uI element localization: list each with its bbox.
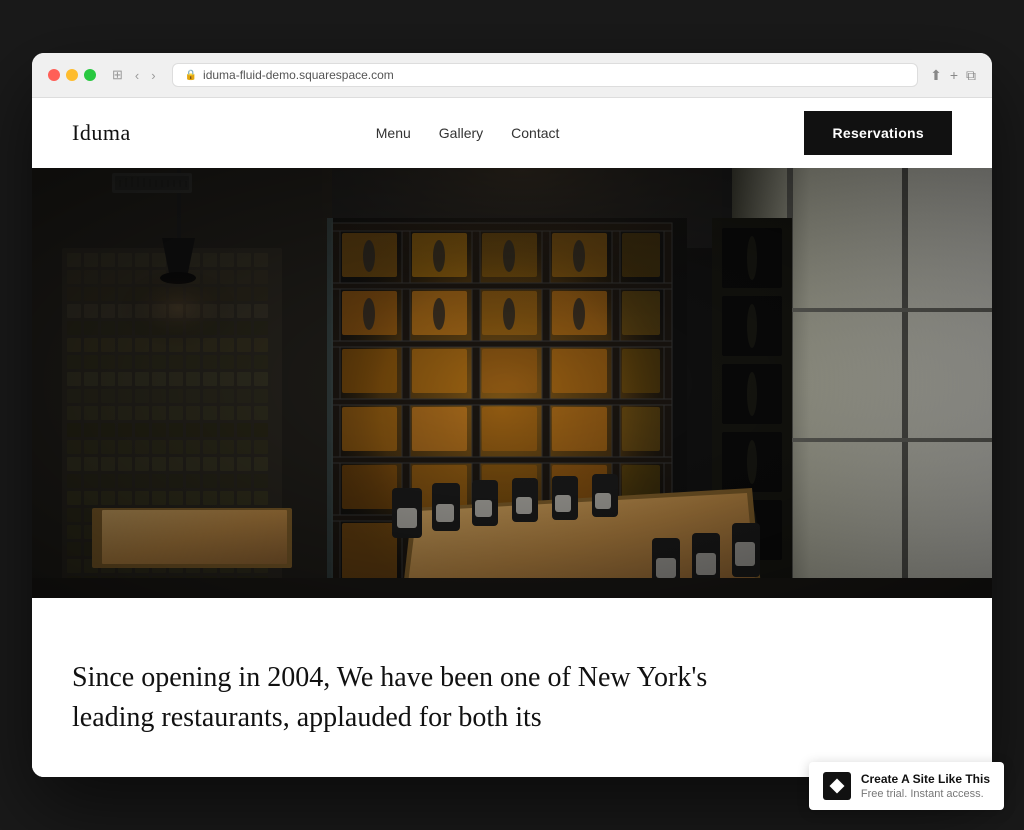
back-button[interactable]: ‹ — [131, 66, 143, 85]
content-section: Since opening in 2004, We have been one … — [32, 598, 992, 776]
browser-window: ⊞ ‹ › 🔒 iduma-fluid-demo.squarespace.com… — [32, 53, 992, 776]
new-tab-icon[interactable]: + — [950, 67, 958, 84]
minimize-button[interactable] — [66, 69, 78, 81]
address-bar[interactable]: 🔒 iduma-fluid-demo.squarespace.com — [172, 63, 918, 87]
tabs-icon[interactable]: ⧉ — [966, 67, 976, 84]
squarespace-badge[interactable]: Create A Site Like This Free trial. Inst… — [809, 762, 1004, 810]
fullscreen-button[interactable] — [84, 69, 96, 81]
window-controls-icon: ⊞ — [108, 65, 127, 85]
website-content: Iduma Menu Gallery Contact Reservations — [32, 98, 992, 776]
badge-text: Create A Site Like This Free trial. Inst… — [861, 772, 990, 800]
share-icon[interactable]: ⬆ — [930, 67, 942, 84]
intro-text: Since opening in 2004, We have been one … — [72, 658, 752, 736]
traffic-lights — [48, 69, 96, 81]
squarespace-logo — [823, 772, 851, 800]
browser-chrome: ⊞ ‹ › 🔒 iduma-fluid-demo.squarespace.com… — [32, 53, 992, 98]
url-text: iduma-fluid-demo.squarespace.com — [203, 68, 394, 82]
close-button[interactable] — [48, 69, 60, 81]
hero-scene — [32, 168, 992, 598]
badge-main-text: Create A Site Like This — [861, 772, 990, 788]
nav-menu-link[interactable]: Menu — [376, 125, 411, 141]
nav-links: Menu Gallery Contact — [376, 125, 560, 141]
browser-actions: ⬆ + ⧉ — [930, 67, 976, 84]
reservations-button[interactable]: Reservations — [804, 111, 952, 155]
nav-contact-link[interactable]: Contact — [511, 125, 559, 141]
badge-sub-text: Free trial. Instant access. — [861, 788, 990, 800]
nav-gallery-link[interactable]: Gallery — [439, 125, 483, 141]
hero-image-section — [32, 168, 992, 598]
navbar: Iduma Menu Gallery Contact Reservations — [32, 98, 992, 168]
site-logo[interactable]: Iduma — [72, 120, 131, 146]
browser-nav-controls: ⊞ ‹ › — [108, 65, 160, 85]
lock-icon: 🔒 — [185, 70, 197, 81]
forward-button[interactable]: › — [147, 66, 159, 85]
